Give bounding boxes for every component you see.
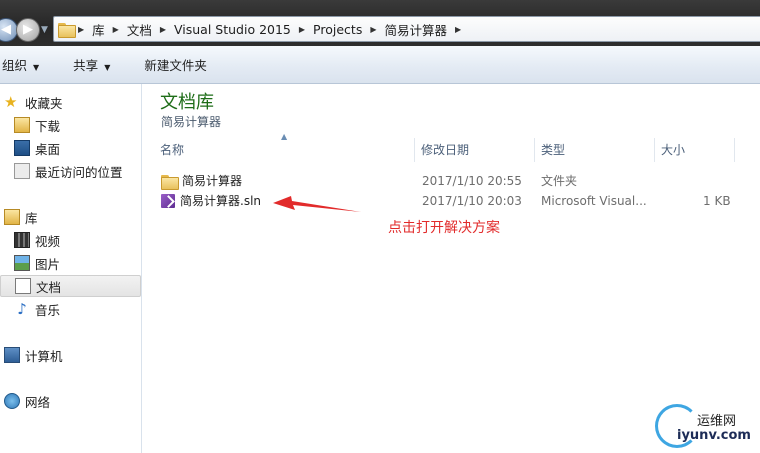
star-icon: ★ xyxy=(4,93,18,111)
breadcrumb-separator-icon[interactable]: ▶ xyxy=(297,25,307,34)
watermark-domain: iyunv.com xyxy=(677,428,751,443)
column-header-name[interactable]: 名称 xyxy=(154,138,415,162)
address-bar-region: ◀ ▶ ▼ ▶ 库 ▶ 文档 ▶ Visual Studio 2015 ▶ Pr… xyxy=(0,0,760,46)
file-name: 简易计算器 xyxy=(161,171,242,191)
file-list-pane: 文档库 简易计算器 ▲ 名称 修改日期 类型 大小 简易计算器 2017/1/1… xyxy=(143,84,760,453)
file-name-label: 简易计算器.sln xyxy=(180,194,262,208)
nav-computer[interactable]: 计算机 xyxy=(0,344,141,366)
file-row[interactable]: 简易计算器.sln 2017/1/10 20:03 Microsoft Visu… xyxy=(143,191,760,211)
file-modified: 2017/1/10 20:55 xyxy=(422,174,522,188)
video-icon xyxy=(14,232,30,248)
organize-button[interactable]: 组织 ▼ xyxy=(0,55,49,74)
nav-favorites[interactable]: ★ 收藏夹 xyxy=(0,91,141,113)
pictures-icon xyxy=(14,255,30,271)
watermark-name: 运维网 xyxy=(697,414,737,429)
file-row[interactable]: 简易计算器 2017/1/10 20:55 文件夹 xyxy=(143,171,760,191)
recent-pages-dropdown-icon[interactable]: ▼ xyxy=(41,25,48,35)
breadcrumb-item-projects[interactable]: Projects xyxy=(307,22,368,37)
nav-item-downloads[interactable]: 下载 xyxy=(0,114,141,136)
computer-icon xyxy=(4,347,20,363)
breadcrumb[interactable]: ▶ 库 ▶ 文档 ▶ Visual Studio 2015 ▶ Projects… xyxy=(53,16,760,42)
file-type: 文件夹 xyxy=(541,174,578,188)
desktop-icon xyxy=(14,140,30,156)
breadcrumb-separator-icon[interactable]: ▶ xyxy=(453,25,463,34)
chevron-down-icon: ▼ xyxy=(33,63,40,72)
breadcrumb-item-library[interactable]: 库 xyxy=(86,20,111,39)
breadcrumb-separator-icon[interactable]: ▶ xyxy=(368,25,378,34)
nav-item-music[interactable]: ♪ 音乐 xyxy=(0,298,141,320)
library-title: 文档库 xyxy=(160,92,214,113)
nav-label: 图片 xyxy=(35,256,61,272)
breadcrumb-item-calculator[interactable]: 简易计算器 xyxy=(378,20,453,39)
music-icon: ♪ xyxy=(17,300,27,318)
navigation-pane: ★ 收藏夹 下载 桌面 最近访问的位置 库 视频 图片 文档 ♪ 音乐 计算机 … xyxy=(0,84,142,453)
nav-label: 桌面 xyxy=(35,141,61,157)
share-button[interactable]: 共享 ▼ xyxy=(63,55,120,74)
file-name-label: 简易计算器 xyxy=(182,174,243,188)
nav-label: 计算机 xyxy=(25,348,63,364)
organize-label: 组织 xyxy=(2,58,28,73)
file-name: 简易计算器.sln xyxy=(161,191,261,211)
folder-icon xyxy=(58,22,76,38)
nav-label: 收藏夹 xyxy=(25,95,63,111)
network-icon xyxy=(4,393,20,409)
nav-label: 文档 xyxy=(36,279,62,295)
command-toolbar: 组织 ▼ 共享 ▼ 新建文件夹 xyxy=(0,46,760,84)
folder-icon xyxy=(161,175,179,190)
new-folder-button[interactable]: 新建文件夹 xyxy=(134,55,217,74)
column-header-modified[interactable]: 修改日期 xyxy=(415,138,535,162)
column-headers: 名称 修改日期 类型 大小 xyxy=(143,138,760,162)
annotation-text: 点击打开解决方案 xyxy=(388,220,500,236)
documents-icon xyxy=(15,278,31,294)
nav-item-pictures[interactable]: 图片 xyxy=(0,252,141,274)
file-size: 1 KB xyxy=(703,194,731,208)
breadcrumb-separator-icon[interactable]: ▶ xyxy=(76,25,86,34)
column-header-type[interactable]: 类型 xyxy=(535,138,655,162)
nav-label: 最近访问的位置 xyxy=(35,164,123,180)
share-label: 共享 xyxy=(73,58,99,73)
visual-studio-solution-icon xyxy=(161,194,175,208)
nav-network[interactable]: 网络 xyxy=(0,390,141,412)
breadcrumb-item-documents[interactable]: 文档 xyxy=(121,20,158,39)
breadcrumb-separator-icon[interactable]: ▶ xyxy=(111,25,121,34)
nav-label: 音乐 xyxy=(35,302,61,318)
nav-label: 网络 xyxy=(25,394,51,410)
breadcrumb-item-visual-studio[interactable]: Visual Studio 2015 xyxy=(168,22,297,37)
nav-label: 库 xyxy=(25,210,38,226)
breadcrumb-separator-icon[interactable]: ▶ xyxy=(158,25,168,34)
recent-places-icon xyxy=(14,163,30,179)
column-header-size[interactable]: 大小 xyxy=(655,138,735,162)
forward-button[interactable]: ▶ xyxy=(16,18,40,42)
nav-libraries[interactable]: 库 xyxy=(0,206,141,228)
nav-label: 视频 xyxy=(35,233,61,249)
chevron-down-icon: ▼ xyxy=(104,63,111,72)
download-icon xyxy=(14,117,30,133)
nav-label: 下载 xyxy=(35,118,61,134)
nav-item-documents[interactable]: 文档 xyxy=(0,275,141,297)
file-type: Microsoft Visual... xyxy=(541,194,647,208)
nav-item-recent-places[interactable]: 最近访问的位置 xyxy=(0,160,141,182)
library-icon xyxy=(4,209,20,225)
nav-item-desktop[interactable]: 桌面 xyxy=(0,137,141,159)
file-modified: 2017/1/10 20:03 xyxy=(422,194,522,208)
nav-item-videos[interactable]: 视频 xyxy=(0,229,141,251)
library-subtitle: 简易计算器 xyxy=(161,115,222,129)
